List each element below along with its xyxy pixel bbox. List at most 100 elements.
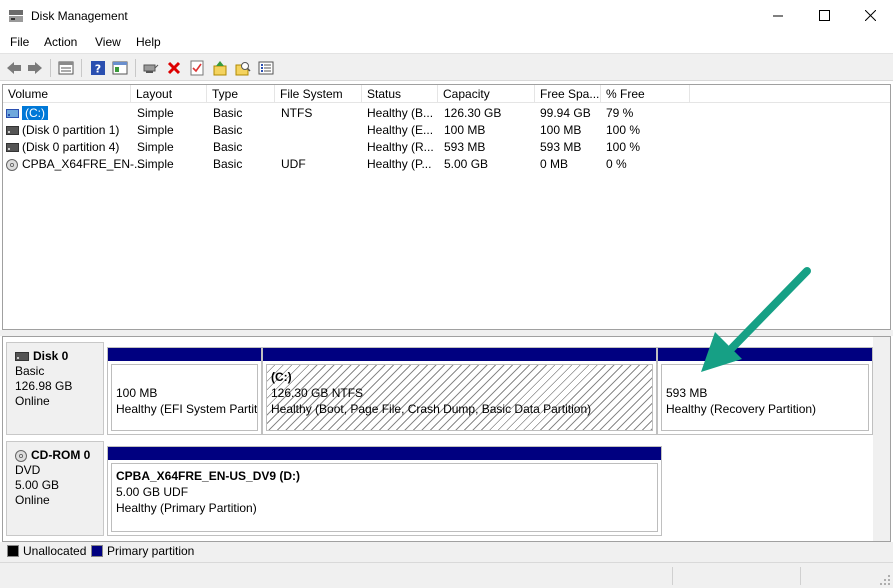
- disk-type: Basic: [15, 364, 45, 378]
- forward-arrow-icon: [28, 62, 42, 74]
- volume-name: (C:): [22, 106, 48, 120]
- capacity-cell: 5.00 GB: [444, 157, 489, 171]
- legend-label-primary: Primary partition: [107, 544, 195, 558]
- partition-title: (C:): [271, 370, 292, 384]
- column-layout[interactable]: Layout: [131, 85, 207, 103]
- disk-list-view-button[interactable]: [56, 58, 76, 78]
- partition-title: CPBA_X64FRE_EN-US_DV9 (D:): [116, 469, 301, 483]
- column-status[interactable]: Status: [362, 85, 438, 103]
- drive-icon: [6, 143, 19, 152]
- forward-button[interactable]: [25, 58, 45, 78]
- layout-cell: Simple: [137, 140, 174, 154]
- volume-row[interactable]: (Disk 0 partition 4) Simple Basic Health…: [3, 139, 890, 156]
- window-title: Disk Management: [31, 9, 128, 23]
- volume-row[interactable]: CPBA_X64FRE_EN-... Simple Basic UDF Heal…: [3, 156, 890, 173]
- status-cell: Healthy (R...: [367, 140, 434, 154]
- volume-name: (Disk 0 partition 4): [22, 140, 120, 154]
- disk-map-scrollbar[interactable]: [873, 337, 890, 541]
- volume-name: (Disk 0 partition 1): [22, 123, 120, 137]
- disk-type: DVD: [15, 463, 41, 477]
- volume-name: CPBA_X64FRE_EN-...: [22, 157, 145, 171]
- search-folder-button[interactable]: [233, 58, 253, 78]
- menu-help[interactable]: Help: [136, 35, 161, 49]
- partition-c[interactable]: (C:) 126.30 GB NTFS Healthy (Boot, Page …: [262, 347, 657, 435]
- close-icon: [864, 10, 876, 21]
- partition-status: Healthy (Recovery Partition): [666, 402, 817, 416]
- status-bar: [0, 562, 893, 588]
- column-free-space[interactable]: Free Spa...: [535, 85, 601, 103]
- console-tree-icon: [112, 61, 128, 75]
- disk-name: Disk 0: [33, 349, 69, 363]
- cd-drive-icon: [15, 449, 27, 462]
- close-button[interactable]: [847, 0, 893, 31]
- toolbar-separator: [50, 59, 51, 77]
- disk-state: Online: [15, 493, 50, 507]
- column-type[interactable]: Type: [207, 85, 275, 103]
- column-percent-free[interactable]: % Free: [601, 85, 690, 103]
- partition-status: Healthy (EFI System Partiti: [116, 402, 258, 416]
- percent-free-cell: 79 %: [606, 106, 634, 120]
- volume-row[interactable]: (C:) Simple Basic NTFS Healthy (B... 126…: [3, 105, 890, 122]
- partition-recovery[interactable]: 593 MB Healthy (Recovery Partition): [657, 347, 873, 435]
- partition-status: Healthy (Boot, Page File, Crash Dump, Ba…: [271, 402, 592, 416]
- resize-grip-icon[interactable]: [879, 574, 891, 586]
- volume-row[interactable]: (Disk 0 partition 1) Simple Basic Health…: [3, 122, 890, 139]
- disk-name: CD-ROM 0: [31, 448, 91, 462]
- console-tree-button[interactable]: [110, 58, 130, 78]
- disk-management-app-icon: [9, 10, 23, 22]
- menu-bar: File Action View Help: [0, 32, 893, 52]
- import-button[interactable]: [210, 58, 230, 78]
- free-space-cell: 593 MB: [540, 140, 582, 154]
- status-cell: Healthy (E...: [367, 123, 434, 137]
- menu-file[interactable]: File: [10, 35, 29, 49]
- status-cell: Healthy (P...: [367, 157, 432, 171]
- settings-list-icon: [258, 61, 274, 75]
- status-bar-divider: [800, 567, 801, 585]
- legend-swatch-unallocated: [7, 545, 19, 557]
- column-volume[interactable]: Volume: [3, 85, 131, 103]
- partition-bar: [108, 447, 661, 460]
- column-file-system[interactable]: File System: [275, 85, 362, 103]
- search-folder-icon: [235, 62, 251, 76]
- properties-button[interactable]: [187, 58, 207, 78]
- disk-state: Online: [15, 394, 50, 408]
- status-bar-divider: [672, 567, 673, 585]
- back-button[interactable]: [4, 58, 24, 78]
- partition-size: 100 MB: [116, 386, 158, 400]
- delete-button[interactable]: [164, 58, 184, 78]
- cdrom-0-label[interactable]: CD-ROM 0 DVD 5.00 GB Online: [6, 441, 104, 536]
- cd-drive-icon: [6, 159, 18, 171]
- partition-size: 593 MB: [666, 386, 708, 400]
- help-icon: ?: [91, 61, 105, 76]
- drive-icon: [6, 109, 19, 118]
- toolbar-separator: [135, 59, 136, 77]
- settings-list-button[interactable]: [256, 58, 276, 78]
- percent-free-cell: 100 %: [606, 123, 641, 137]
- capacity-cell: 593 MB: [444, 140, 486, 154]
- connect-drive-button[interactable]: [141, 58, 161, 78]
- percent-free-cell: 100 %: [606, 140, 641, 154]
- maximize-button[interactable]: [801, 0, 847, 31]
- disk-0-label[interactable]: Disk 0 Basic 126.98 GB Online: [6, 342, 104, 435]
- drive-icon: [6, 126, 19, 135]
- back-arrow-icon: [7, 62, 21, 74]
- check-properties-icon: [190, 60, 204, 76]
- minimize-button[interactable]: [755, 0, 801, 31]
- layout-cell: Simple: [137, 123, 174, 137]
- partition-efi[interactable]: 100 MB Healthy (EFI System Partiti: [107, 347, 262, 435]
- percent-free-cell: 0 %: [606, 157, 627, 171]
- menu-action[interactable]: Action: [44, 35, 77, 49]
- help-button[interactable]: ?: [88, 58, 108, 78]
- partition-cdrom[interactable]: CPBA_X64FRE_EN-US_DV9 (D:) 5.00 GB UDF H…: [107, 446, 662, 536]
- maximize-icon: [818, 10, 830, 21]
- toolbar-separator: [81, 59, 82, 77]
- type-cell: Basic: [213, 123, 243, 137]
- layout-cell: Simple: [137, 106, 174, 120]
- file-system-cell: UDF: [281, 157, 306, 171]
- legend-swatch-primary: [91, 545, 103, 557]
- free-space-cell: 100 MB: [540, 123, 582, 137]
- menu-view[interactable]: View: [95, 35, 121, 49]
- legend: Unallocated Primary partition: [0, 542, 893, 562]
- connect-drive-icon: [143, 64, 159, 73]
- column-capacity[interactable]: Capacity: [438, 85, 535, 103]
